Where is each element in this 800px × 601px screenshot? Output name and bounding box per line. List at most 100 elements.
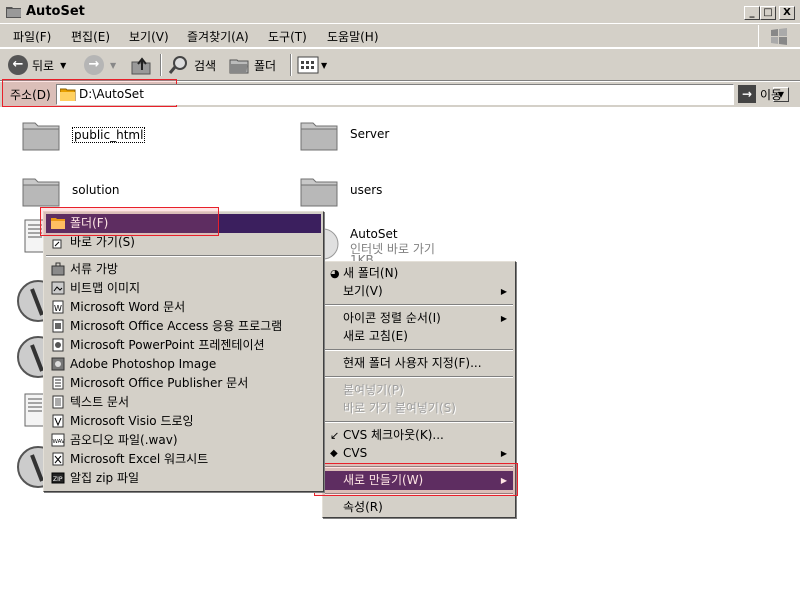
submenu-item-powerpoint[interactable]: Microsoft PowerPoint 프레젠테이션 <box>46 336 321 355</box>
address-input[interactable]: D:\AutoSet ▼ <box>56 84 789 105</box>
menu-separator <box>325 376 513 378</box>
submenu-item-photoshop[interactable]: Adobe Photoshop Image <box>46 355 321 374</box>
menu-separator <box>46 255 321 257</box>
folder-icon <box>22 122 60 151</box>
folders-button[interactable]: 폴더 <box>228 53 276 77</box>
menu-item-customize-folder[interactable]: 현재 폴더 사용자 지정(F)... <box>325 354 513 373</box>
back-button[interactable]: ← 뒤로 ▼ <box>8 53 66 77</box>
submenu-item-excel[interactable]: Microsoft Excel 워크시트 <box>46 450 321 469</box>
folder-icon <box>6 7 21 18</box>
views-button[interactable]: ▼ <box>297 53 327 77</box>
windows-logo-icon <box>758 25 798 47</box>
window-title: AutoSet <box>26 4 85 19</box>
menu-tools[interactable]: 도구(T) <box>267 28 308 45</box>
wav-audio-icon: WAV <box>51 433 65 447</box>
back-arrow-icon: ← <box>8 55 28 75</box>
submenu-item-zip[interactable]: ZIP 알집 zip 파일 <box>46 469 321 488</box>
menu-item-properties[interactable]: 속성(R) <box>325 498 513 517</box>
folder-up-icon <box>131 57 151 75</box>
new-submenu: 폴더(F) 바로 가기(S) 서류 가방 비트맵 이미지 W Microsoft… <box>43 211 324 492</box>
text-document-icon <box>52 395 64 409</box>
menu-item-refresh[interactable]: 새로 고침(E) <box>325 327 513 346</box>
menu-bar: 파일(F) 편집(E) 보기(V) 즐겨찾기(A) 도구(T) 도움말(H) <box>0 24 800 48</box>
menu-view[interactable]: 보기(V) <box>128 28 170 45</box>
annotation-highlight <box>40 207 219 236</box>
search-icon <box>168 56 187 74</box>
address-bar: 주소(D) D:\AutoSet ▼ → 이동 <box>0 79 800 107</box>
menu-item-arrange-icons[interactable]: 아이콘 정렬 순서(I) ▶ <box>325 309 513 328</box>
toolbar-separator <box>290 54 292 76</box>
menu-item-paste[interactable]: 붙여넣기(P) <box>325 381 513 400</box>
menu-item-paste-shortcut[interactable]: 바로 가기 붙여넣기(S) <box>325 399 513 418</box>
maximize-button[interactable]: □ <box>760 6 776 20</box>
go-label: 이동 <box>760 87 783 102</box>
word-document-icon: W <box>52 300 64 314</box>
submenu-item-briefcase[interactable]: 서류 가방 <box>46 260 321 279</box>
submenu-item-publisher[interactable]: Microsoft Office Publisher 문서 <box>46 374 321 393</box>
file-name: Server <box>350 127 390 141</box>
folder-icon <box>22 178 60 207</box>
file-name: AutoSet <box>350 227 398 241</box>
folder-icon <box>300 178 338 207</box>
submenu-item-text[interactable]: 텍스트 문서 <box>46 393 321 412</box>
folders-icon <box>229 59 249 74</box>
zip-icon: ZIP <box>51 472 65 484</box>
submenu-arrow-icon: ▶ <box>500 314 507 323</box>
menu-item-view[interactable]: 보기(V) ▶ <box>325 282 513 301</box>
close-button[interactable]: X <box>779 6 795 20</box>
menu-separator <box>325 349 513 351</box>
menu-help[interactable]: 도움말(H) <box>326 28 380 45</box>
file-item[interactable]: users <box>300 175 460 215</box>
powerpoint-icon <box>52 338 64 352</box>
file-name: solution <box>72 183 120 197</box>
folder-icon <box>300 122 338 151</box>
forward-arrow-icon: → <box>84 55 104 75</box>
toolbar-separator <box>160 54 162 76</box>
address-path: D:\AutoSet <box>79 87 144 101</box>
publisher-icon <box>52 376 64 390</box>
minimize-button[interactable]: _ <box>744 6 760 20</box>
submenu-item-wav[interactable]: WAV 곰오디오 파일(.wav) <box>46 431 321 450</box>
submenu-item-word[interactable]: W Microsoft Word 문서 <box>46 298 321 317</box>
chevron-down-icon: ▼ <box>110 60 117 70</box>
toolbar: ← 뒤로 ▼ → ▼ 검색 폴더 ▼ <box>0 49 800 81</box>
media-file-icon <box>17 336 46 378</box>
file-item[interactable]: public_html <box>22 119 182 159</box>
annotation-highlight <box>314 463 518 496</box>
visio-icon <box>52 414 64 428</box>
file-item[interactable]: Server <box>300 119 460 159</box>
svg-text:ZIP: ZIP <box>53 476 63 483</box>
menu-item-cvs-checkout[interactable]: ↙ CVS 체크아웃(K)... <box>325 426 513 445</box>
media-file-icon <box>17 446 46 488</box>
chevron-down-icon: ▼ <box>321 60 328 70</box>
menu-item-new-folder[interactable]: ◕ 새 폴더(N) <box>325 264 513 283</box>
back-label: 뒤로 <box>32 58 55 73</box>
menu-item-cvs[interactable]: ◆ CVS ▶ <box>325 444 513 463</box>
menu-file[interactable]: 파일(F) <box>12 28 52 45</box>
submenu-arrow-icon: ▶ <box>500 449 507 458</box>
cvs-icon: ◆ <box>330 448 338 459</box>
address-label: 주소(D) <box>10 88 51 102</box>
up-button[interactable] <box>130 53 152 77</box>
go-button[interactable]: → 이동 <box>738 83 782 105</box>
briefcase-icon <box>51 262 65 276</box>
forward-button[interactable]: → ▼ <box>84 53 116 77</box>
excel-icon <box>52 452 64 466</box>
submenu-item-bitmap[interactable]: 비트맵 이미지 <box>46 279 321 298</box>
file-name: users <box>350 183 383 197</box>
file-name: public_html <box>72 127 146 143</box>
svg-text:WAV: WAV <box>53 439 66 445</box>
search-button[interactable]: 검색 <box>168 53 216 77</box>
file-size: 1KB <box>350 253 374 261</box>
svg-text:W: W <box>54 304 62 313</box>
submenu-arrow-icon: ▶ <box>500 287 507 296</box>
menu-edit[interactable]: 편집(E) <box>70 28 111 45</box>
media-file-icon <box>17 280 46 322</box>
bitmap-icon <box>51 281 65 295</box>
menu-favorites[interactable]: 즐겨찾기(A) <box>186 28 250 45</box>
menu-separator <box>325 304 513 306</box>
chevron-down-icon: ▼ <box>60 60 67 70</box>
submenu-item-access[interactable]: Microsoft Office Access 응용 프로그램 <box>46 317 321 336</box>
submenu-item-visio[interactable]: Microsoft Visio 드로잉 <box>46 412 321 431</box>
menu-separator <box>325 421 513 423</box>
